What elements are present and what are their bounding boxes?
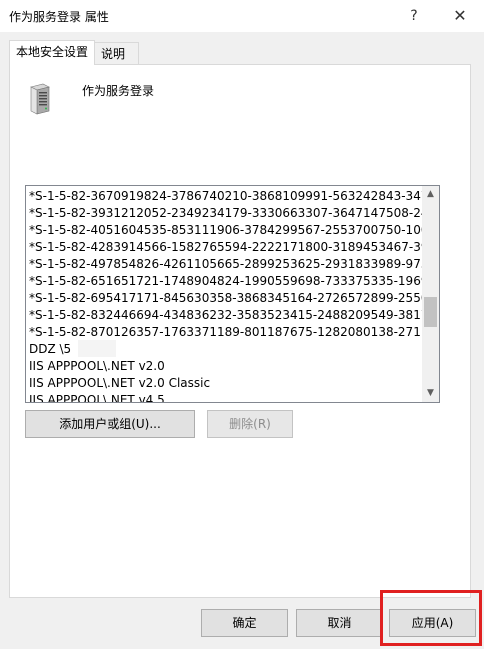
list-item[interactable]: *S-1-5-82-832446694-434836232-3583523415… [29,307,423,324]
close-button[interactable]: ✕ [440,4,480,28]
list-item[interactable]: IIS APPPOOL\.NET v4.5 [29,392,423,402]
tab-explain[interactable]: 说明 [94,42,139,64]
scroll-thumb[interactable] [424,297,437,327]
list-item[interactable]: IIS APPPOOL\.NET v2.0 [29,358,423,375]
cancel-button[interactable]: 取消 [296,609,383,637]
apply-highlight-box [380,590,482,646]
scroll-up-icon[interactable]: ▲ [422,186,439,203]
add-user-or-group-button[interactable]: 添加用户或组(U)... [25,410,195,438]
list-item[interactable]: *S-1-5-82-4283914566-1582765594-22221718… [29,239,423,256]
vertical-scrollbar[interactable]: ▲ ▼ [422,186,439,402]
list-item[interactable]: *S-1-5-82-3931212052-2349234179-33306633… [29,205,423,222]
scroll-down-icon[interactable]: ▼ [422,385,439,402]
window-title: 作为服务登录 属性 [9,10,109,24]
policy-name: 作为服务登录 [82,84,155,98]
list-item[interactable]: IIS APPPOOL\.NET v2.0 Classic [29,375,423,392]
remove-button[interactable]: 删除(R) [207,410,293,438]
server-icon [30,83,50,115]
redaction-blur [78,340,116,357]
members-list: *S-1-5-82-3670919824-3786740210-38681099… [29,188,423,402]
list-item[interactable]: *S-1-5-82-3670919824-3786740210-38681099… [29,188,423,205]
help-button[interactable]: ? [394,4,434,28]
title-bar: 作为服务登录 属性 ? ✕ [0,0,484,32]
list-item[interactable]: *S-1-5-82-4051604535-853111906-378429956… [29,222,423,239]
list-item[interactable]: *S-1-5-82-497854826-4261105665-289925362… [29,256,423,273]
list-item[interactable]: *S-1-5-82-695417171-845630358-3868345164… [29,290,423,307]
list-item[interactable]: *S-1-5-82-651651721-1748904824-199055969… [29,273,423,290]
tab-local-security-setting[interactable]: 本地安全设置 [9,40,95,65]
ok-button[interactable]: 确定 [201,609,288,637]
members-listbox[interactable]: *S-1-5-82-3670919824-3786740210-38681099… [25,185,440,403]
list-item[interactable]: *S-1-5-82-870126357-1763371189-801187675… [29,324,423,341]
